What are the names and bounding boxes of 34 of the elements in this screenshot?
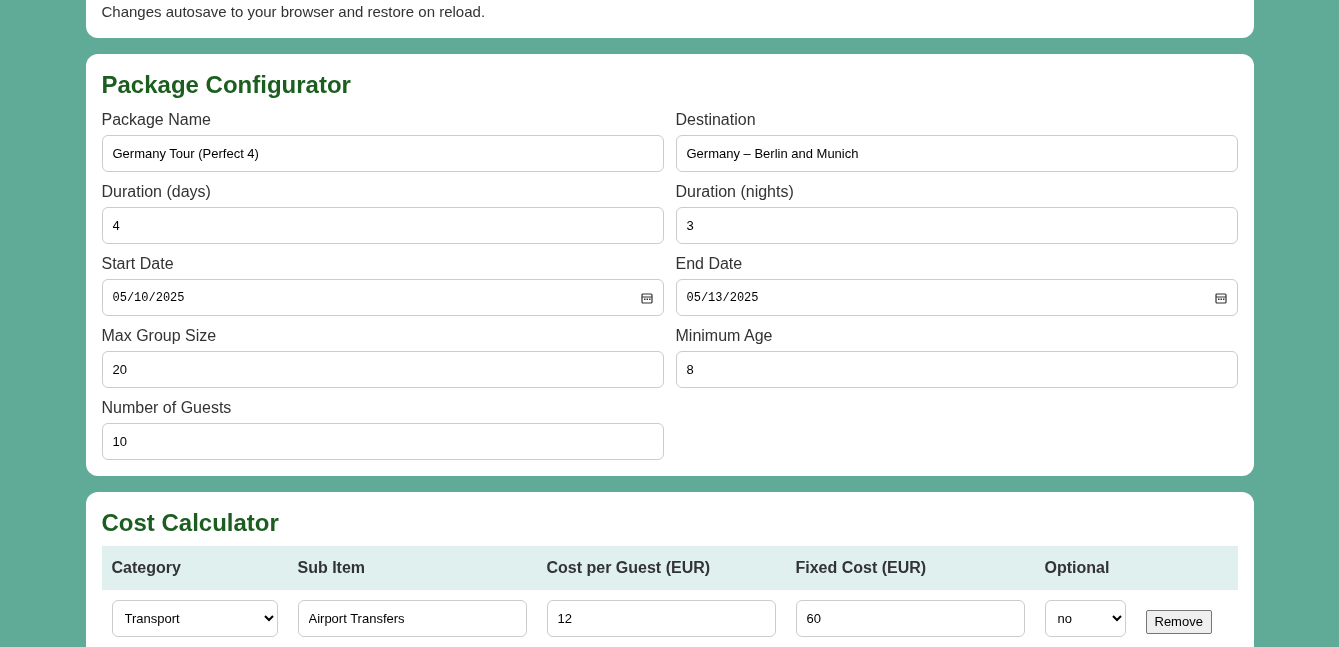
column-header: Optional: [1043, 558, 1111, 578]
category-select[interactable]: Transport: [111, 600, 278, 637]
field-label: Destination: [675, 110, 756, 130]
field-label: Number of Guests: [101, 398, 232, 418]
section-title: Package Configurator: [101, 70, 352, 100]
field-label: End Date: [675, 254, 743, 274]
field-label: Duration (days): [101, 182, 211, 202]
input-field[interactable]: 4: [101, 207, 664, 244]
column-header: Sub Item: [296, 558, 367, 578]
remove-button[interactable]: Remove: [1145, 610, 1212, 634]
cost-per-guest-field[interactable]: 12: [546, 600, 776, 637]
calendar-icon[interactable]: [1214, 291, 1227, 304]
field-label: Package Name: [101, 110, 211, 130]
optional-select[interactable]: no: [1044, 600, 1126, 637]
fixed-cost-field[interactable]: 60: [795, 600, 1025, 637]
field-label: Start Date: [101, 254, 174, 274]
date-field[interactable]: 05/13/2025: [675, 279, 1238, 316]
calendar-icon[interactable]: [640, 291, 653, 304]
field-label: Duration (nights): [675, 182, 794, 202]
column-header: Cost per Guest (EUR): [545, 558, 712, 578]
input-field[interactable]: 3: [675, 207, 1238, 244]
column-header: Category: [110, 558, 182, 578]
field-label: Minimum Age: [675, 326, 773, 346]
date-field[interactable]: 05/10/2025: [101, 279, 664, 316]
autosave-note: Changes autosave to your browser and restore on reload.: [101, 3, 486, 21]
input-field[interactable]: Germany Tour (Perfect 4): [101, 135, 664, 172]
field-label: Max Group Size: [101, 326, 217, 346]
sub-item-field[interactable]: Airport Transfers: [297, 600, 527, 637]
input-field[interactable]: Germany – Berlin and Munich: [675, 135, 1238, 172]
input-field[interactable]: 8: [675, 351, 1238, 388]
input-field[interactable]: 10: [101, 423, 664, 460]
input-field[interactable]: 20: [101, 351, 664, 388]
column-header: Fixed Cost (EUR): [794, 558, 928, 578]
section-title: Cost Calculator: [101, 508, 280, 538]
